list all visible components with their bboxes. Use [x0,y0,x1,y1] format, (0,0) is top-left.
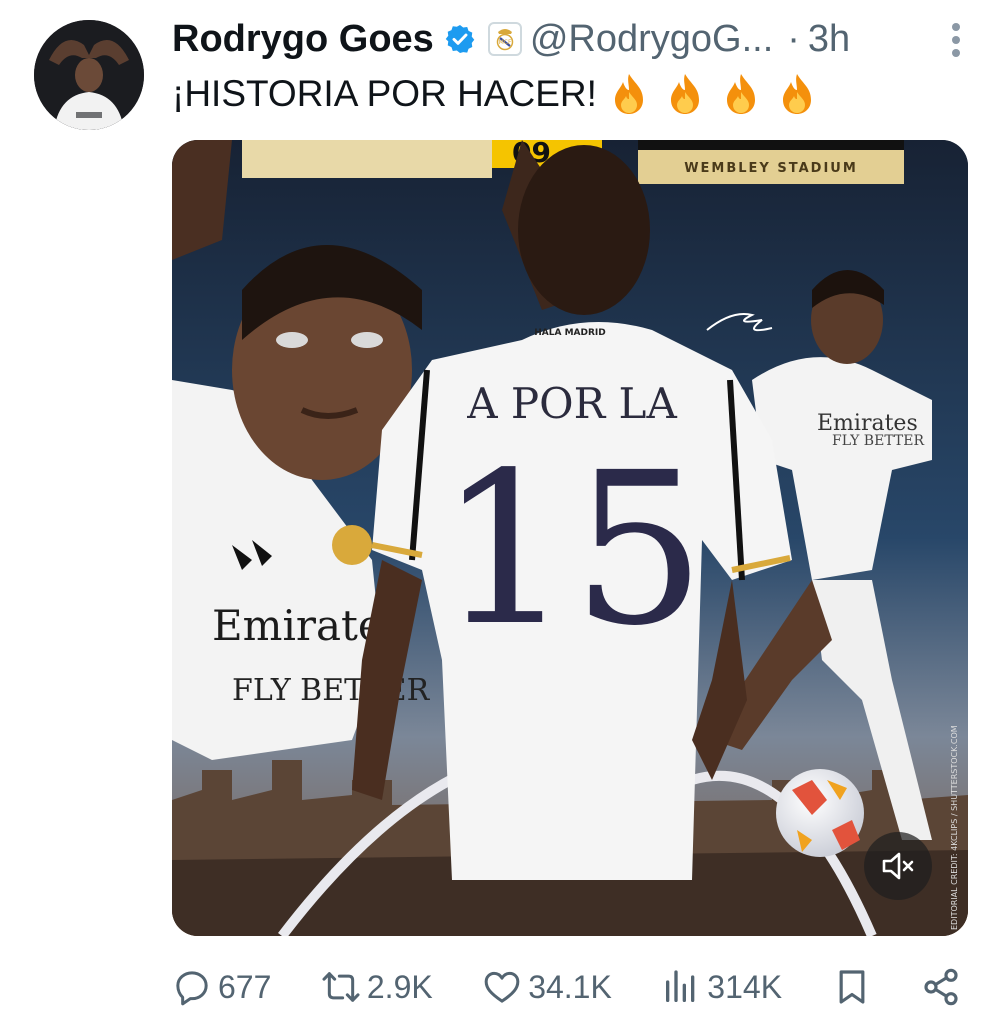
repost-icon [322,972,360,1002]
fire-icon [670,74,699,114]
real-madrid-crest-icon[interactable]: MCF [487,22,522,56]
author-avatar[interactable] [34,20,144,130]
views-button[interactable]: 314K [661,967,782,1007]
svg-text:FLY BETTER: FLY BETTER [832,433,924,449]
jersey-text: A POR LA [466,379,677,428]
timestamp[interactable]: 3h [808,18,850,61]
repost-count: 2.9K [366,968,433,1005]
tweet-header: Rodrygo Goes MCF @RodrygoG... · 3h [172,14,961,64]
more-options-icon[interactable] [951,22,961,58]
svg-text:MCF: MCF [498,39,511,46]
reply-count: 677 [218,968,272,1005]
repost-button[interactable]: 2.9K [321,967,433,1007]
separator-dot: · [787,17,800,60]
emoji-group [609,72,817,116]
tweet-action-bar: 677 2.9K 34.1K 314K [172,958,961,1016]
collar-text: HALA MADRID [534,328,605,338]
media-artwork: 09 WEMBLEY STADIUM Emirates FLY BETTER E… [172,140,968,936]
tweet-text: ¡HISTORIA POR HACER! [172,72,817,116]
mute-toggle-button[interactable] [864,832,932,900]
views-icon [666,970,695,1002]
avatar-image [34,20,144,130]
share-icon [924,968,958,1006]
like-button[interactable]: 34.1K [482,967,612,1007]
fire-icon [614,74,643,114]
fire-icon [782,74,811,114]
views-count: 314K [707,968,783,1005]
share-button[interactable] [921,967,961,1007]
fire-icon [726,74,755,114]
tweet-media-video[interactable]: 09 WEMBLEY STADIUM Emirates FLY BETTER E… [172,140,968,936]
verified-badge-icon [445,25,475,53]
editorial-credit: EDITORIAL CREDIT: 4KCLIPS / SHUTTERSTOCK… [950,725,959,930]
like-count: 34.1K [528,968,612,1005]
reply-icon [176,971,208,1006]
speaker-muted-icon [882,852,914,880]
tweet-body: ¡HISTORIA POR HACER! [172,73,597,114]
bookmark-icon [839,970,864,1004]
reply-button[interactable]: 677 [172,967,271,1007]
heart-icon [484,971,520,1003]
jersey-number: 15 [438,427,705,672]
bookmark-button[interactable] [832,967,872,1007]
venue-label: WEMBLEY STADIUM [684,161,858,176]
author-handle[interactable]: @RodrygoG... [530,18,773,61]
author-name[interactable]: Rodrygo Goes [172,18,434,61]
